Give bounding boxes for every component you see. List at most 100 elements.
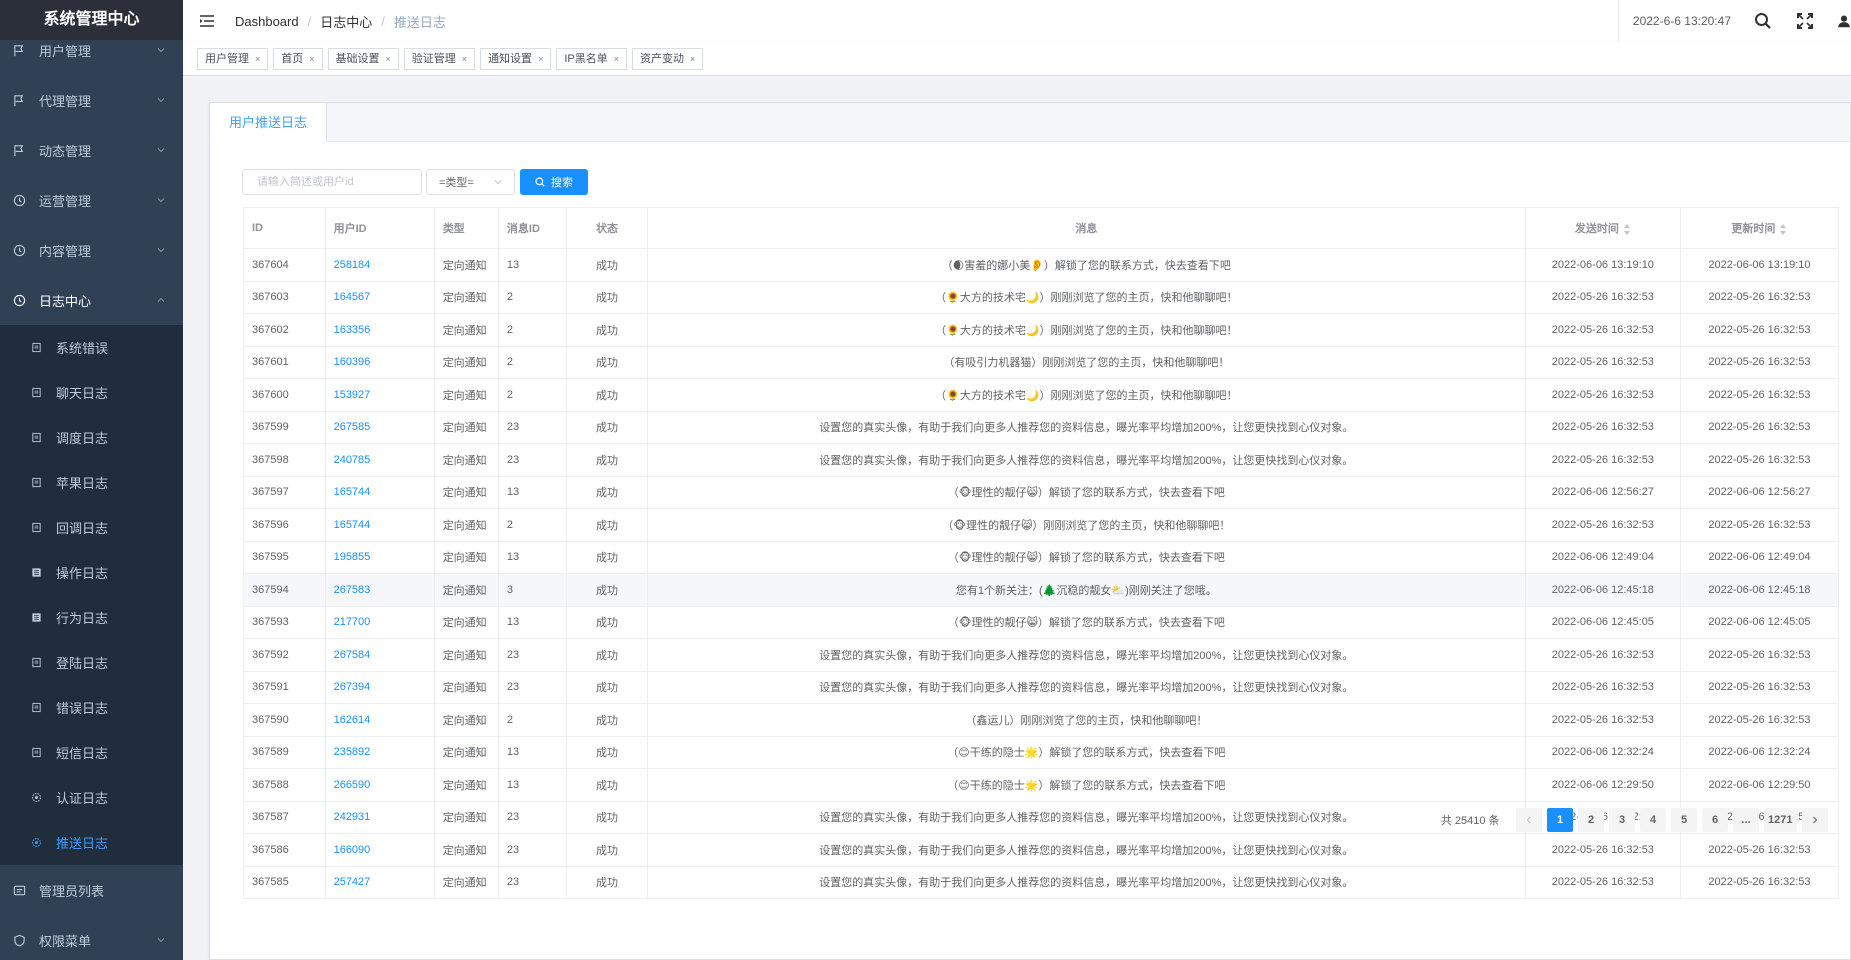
next-page-button[interactable] [1801,808,1828,832]
sidebar-subitem[interactable]: 推送日志 [0,820,183,865]
user-id-link[interactable]: 258184 [334,259,371,271]
close-icon[interactable]: × [255,49,260,69]
search-input[interactable] [242,169,422,195]
user-id-link[interactable]: 266590 [334,779,371,791]
cell-user-id[interactable]: 258184 [324,248,435,282]
sidebar-item-admin-list[interactable]: 管理员列表 [0,865,183,915]
cell-user-id[interactable]: 266590 [324,768,435,802]
cell-user-id[interactable]: 160396 [324,345,435,379]
tag-item[interactable]: 用户管理 × [197,47,269,70]
tag-item[interactable]: 首页 × [273,47,323,70]
close-icon[interactable]: × [309,49,314,69]
user-id-link[interactable]: 195855 [334,551,371,563]
sidebar-subitem[interactable]: 错误日志 [0,685,183,730]
user-id-link[interactable]: 165744 [334,486,371,498]
user-avatar-icon[interactable] [1837,11,1851,31]
cell-user-id[interactable]: 267584 [324,638,435,672]
cell-user-id[interactable]: 257427 [324,865,435,899]
page-number-button[interactable]: 4 [1640,808,1667,832]
cell-user-id[interactable]: 162614 [324,703,435,737]
sidebar-subitem[interactable]: 认证日志 [0,775,183,820]
col-header-update-time[interactable]: 更新时间 [1679,207,1840,249]
sidebar-item-agent-management[interactable]: 代理管理 [0,75,183,125]
cell-user-id[interactable]: 165744 [324,475,435,509]
cell-user-id[interactable]: 235892 [324,735,435,769]
user-id-link[interactable]: 217700 [334,616,371,628]
cell-user-id[interactable]: 153927 [324,378,435,412]
close-icon[interactable]: × [690,49,695,69]
tag-item[interactable]: 基础设置 × [327,47,399,70]
type-select[interactable]: =类型= [426,169,515,195]
sidebar-item-log-center[interactable]: 日志中心 [0,275,183,325]
sidebar-subitem[interactable]: 系统错误 [0,325,183,370]
col-header-send-time[interactable]: 发送时间 [1524,207,1681,249]
user-id-link[interactable]: 267583 [334,584,371,596]
breadcrumb-item-dashboard[interactable]: Dashboard [235,14,299,29]
close-icon[interactable]: × [462,49,467,69]
page-number-button[interactable]: 2 [1578,808,1605,832]
prev-page-button[interactable] [1516,808,1543,832]
sidebar-item-moments-management[interactable]: 动态管理 [0,125,183,175]
sidebar-subitem[interactable]: 苹果日志 [0,460,183,505]
user-id-link[interactable]: 267394 [334,681,371,693]
user-id-link[interactable]: 257427 [334,876,371,888]
tag-item[interactable]: 通知设置 × [480,47,552,70]
cell-user-id[interactable]: 267585 [324,410,435,444]
user-id-link[interactable]: 267584 [334,649,371,661]
search-button[interactable]: 搜索 [520,169,588,195]
sidebar-subitem[interactable]: 调度日志 [0,415,183,460]
page-number-button[interactable]: 6 [1702,808,1729,832]
sidebar-item-content-management[interactable]: 内容管理 [0,225,183,275]
cell-user-id[interactable]: 163356 [324,313,435,347]
user-id-link[interactable]: 165744 [334,519,371,531]
sidebar-subitem[interactable]: 聊天日志 [0,370,183,415]
cell-type: 定向通知 [433,865,499,899]
breadcrumb-item-log-center[interactable]: 日志中心 [320,12,372,31]
cell-user-id[interactable]: 217700 [324,605,435,639]
page-number-button[interactable]: 5 [1671,808,1698,832]
user-id-link[interactable]: 235892 [334,746,371,758]
user-id-link[interactable]: 240785 [334,454,371,466]
user-id-link[interactable]: 163356 [334,324,371,336]
cell-user-id[interactable]: 242931 [324,800,435,834]
page-number-button[interactable]: 1271 [1764,808,1797,832]
page-number-button[interactable]: 1 [1547,808,1574,832]
cell-user-id[interactable]: 240785 [324,443,435,477]
close-icon[interactable]: × [614,49,619,69]
cell-user-id[interactable]: 195855 [324,540,435,574]
tag-item[interactable]: 资产变动 × [632,47,704,70]
search-icon[interactable] [1753,11,1773,31]
user-id-link[interactable]: 160396 [334,356,371,368]
cell-user-id[interactable]: 267394 [324,670,435,704]
cell-user-id[interactable]: 165744 [324,508,435,542]
cell-id: 367603 [243,280,326,314]
sidebar-subitem[interactable]: 操作日志 [0,550,183,595]
tag-item[interactable]: 验证管理 × [403,47,476,70]
sidebar-subitem[interactable]: 短信日志 [0,730,183,775]
tab-user-push-log[interactable]: 用户推送日志 [209,102,328,142]
user-id-link[interactable]: 267585 [334,421,371,433]
user-id-link[interactable]: 153927 [334,389,371,401]
cell-update-time: 2022-06-06 13:19:10 [1679,248,1840,282]
sidebar-subitem[interactable]: 行为日志 [0,595,183,640]
page-more-button[interactable]: ... [1733,808,1760,832]
cell-user-id[interactable]: 164567 [324,280,435,314]
hamburger-icon[interactable] [199,13,215,29]
user-id-link[interactable]: 166090 [334,844,371,856]
user-id-link[interactable]: 164567 [334,291,371,303]
sidebar-item-operations-management[interactable]: 运营管理 [0,175,183,225]
page-number-button[interactable]: 3 [1609,808,1636,832]
cell-user-id[interactable]: 267583 [324,573,435,607]
sidebar-subitem[interactable]: 回调日志 [0,505,183,550]
tag-item[interactable]: IP黑名单 × [556,47,627,70]
cell-user-id[interactable]: 166090 [324,833,435,867]
sort-icon[interactable] [1623,223,1631,235]
user-id-link[interactable]: 162614 [334,714,371,726]
close-icon[interactable]: × [386,49,391,69]
user-id-link[interactable]: 242931 [334,811,371,823]
fullscreen-icon[interactable] [1795,11,1815,31]
close-icon[interactable]: × [538,49,543,69]
sidebar-item-permission-menu[interactable]: 权限菜单 [0,915,183,960]
sidebar-subitem[interactable]: 登陆日志 [0,640,183,685]
sort-icon[interactable] [1780,223,1787,235]
